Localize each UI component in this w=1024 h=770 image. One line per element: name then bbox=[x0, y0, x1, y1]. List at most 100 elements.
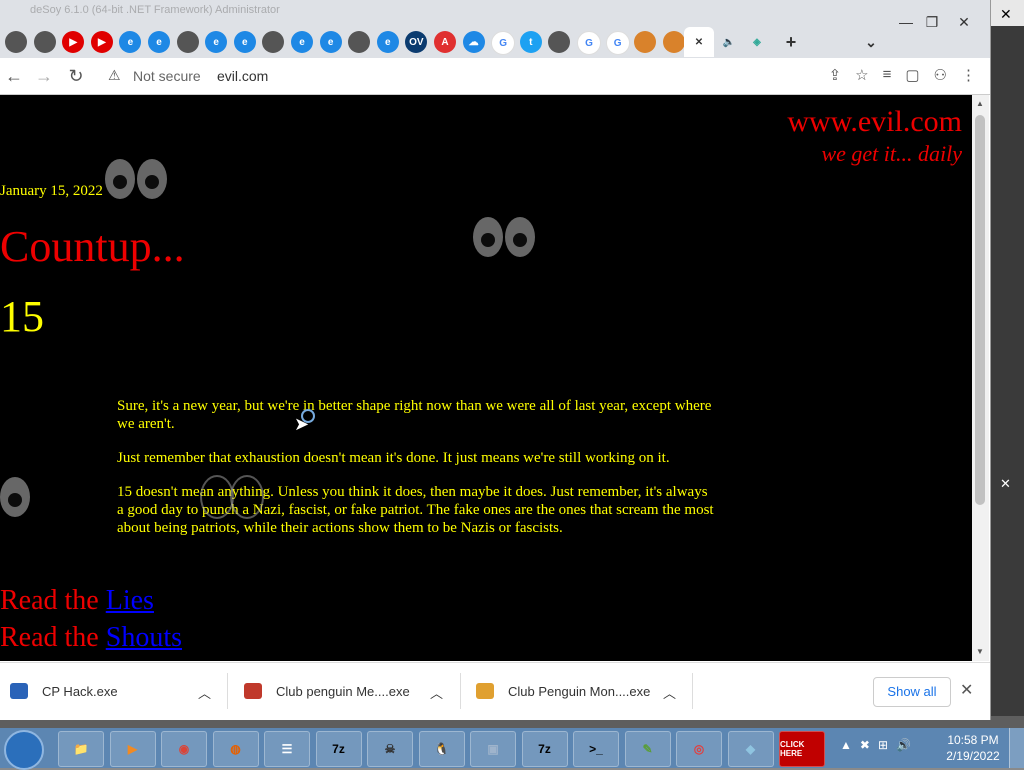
globe-icon[interactable] bbox=[348, 31, 371, 53]
taskbar-7zip2-icon[interactable]: 7z bbox=[521, 731, 568, 767]
taskbar-cmd-icon[interactable]: >_ bbox=[573, 731, 619, 767]
lies-link[interactable]: Lies bbox=[106, 585, 154, 616]
omnibox[interactable]: ⚠ Not secure evil.com bbox=[100, 62, 780, 90]
globe-icon[interactable] bbox=[262, 31, 285, 53]
close-downloads-icon[interactable]: ✕ bbox=[960, 680, 973, 700]
clock[interactable]: 10:58 PM 2/19/2022 bbox=[940, 732, 1006, 764]
google-icon[interactable]: G bbox=[605, 31, 630, 55]
forward-button[interactable]: → bbox=[32, 64, 56, 88]
vertical-scrollbar[interactable]: ▲ ▼ bbox=[972, 95, 989, 661]
site-title: www.evil.com bbox=[787, 105, 962, 138]
download-item[interactable]: CP Hack.exe bbox=[10, 663, 118, 719]
media-icon[interactable]: ≡ bbox=[883, 66, 892, 84]
warning-icon[interactable]: ⚠ bbox=[108, 67, 121, 84]
edge-icon[interactable]: e bbox=[319, 31, 342, 53]
taskbar-paint-icon[interactable]: ◆ bbox=[727, 731, 774, 767]
edge-icon[interactable]: e bbox=[148, 31, 170, 53]
taskbar-notepad-icon[interactable]: ✎ bbox=[624, 731, 671, 767]
edge-icon[interactable]: e bbox=[119, 31, 142, 53]
chevron-up-icon[interactable]: ︿ bbox=[663, 683, 676, 702]
download-item[interactable]: Club Penguin Mon....exe bbox=[476, 663, 650, 719]
show-all-button[interactable]: Show all bbox=[873, 677, 951, 707]
tab-strip: deSoy 6.1.0 (64-bit .NET Framework) Admi… bbox=[0, 0, 990, 58]
downloads-bar: CP Hack.exe ︿ Club penguin Me....exe ︿ C… bbox=[0, 662, 990, 719]
chevron-up-icon[interactable]: ︿ bbox=[430, 683, 443, 702]
scroll-down-icon[interactable]: ▼ bbox=[976, 647, 984, 656]
chevron-up-icon[interactable]: ︿ bbox=[198, 683, 211, 702]
globe-icon[interactable] bbox=[33, 31, 56, 53]
google-icon[interactable]: G bbox=[577, 31, 601, 55]
read-prefix: Read the bbox=[0, 585, 99, 616]
taskbar-clickhere-icon[interactable]: CLICK HERE bbox=[779, 731, 825, 767]
profile-icon[interactable] bbox=[634, 31, 657, 53]
youtube-icon[interactable]: ▶ bbox=[62, 31, 85, 53]
background-close-icon-top[interactable]: ✕ bbox=[1000, 6, 1012, 23]
scroll-up-icon[interactable]: ▲ bbox=[976, 99, 984, 108]
new-tab-button[interactable]: + bbox=[780, 31, 802, 53]
bookmark-star-icon[interactable]: ☆ bbox=[855, 66, 868, 84]
taskbar-list-icon[interactable]: ☰ bbox=[264, 731, 310, 767]
youtube-icon[interactable]: ▶ bbox=[90, 31, 113, 53]
action-center-icon[interactable]: ✖ bbox=[860, 738, 870, 752]
site-tagline: we get it... daily bbox=[821, 141, 962, 166]
taskbar-windows-icon[interactable]: ▣ bbox=[470, 731, 516, 767]
eye-icon bbox=[137, 159, 167, 199]
show-desktop-button[interactable] bbox=[1009, 728, 1024, 768]
not-secure-label[interactable]: Not secure bbox=[133, 68, 201, 84]
network-icon[interactable]: ⊞ bbox=[878, 738, 888, 752]
start-button[interactable] bbox=[4, 730, 44, 770]
back-button[interactable]: ← bbox=[2, 64, 26, 88]
download-filename: Club Penguin Mon....exe bbox=[508, 683, 651, 699]
divider bbox=[692, 673, 693, 709]
tab-search-icon[interactable]: ⌄ bbox=[860, 31, 882, 53]
taskbar-firefox-icon[interactable]: ◍ bbox=[212, 731, 259, 767]
download-item[interactable]: Club penguin Me....exe bbox=[244, 663, 410, 719]
edge-icon[interactable]: e bbox=[205, 31, 228, 53]
ov-icon[interactable]: OV bbox=[405, 31, 428, 53]
tray-expand-icon[interactable]: ▲ bbox=[840, 738, 852, 752]
system-tray: ▲ ✖ ⊞ 🔊 bbox=[840, 738, 911, 752]
twitter-icon[interactable]: t bbox=[519, 31, 542, 53]
globe-icon[interactable] bbox=[176, 31, 199, 53]
taskbar-penguin-icon[interactable]: 🐧 bbox=[418, 731, 465, 767]
volume-icon[interactable]: 🔊 bbox=[896, 738, 911, 752]
tab-close-icon[interactable]: ✕ bbox=[684, 27, 714, 57]
download-filename: Club penguin Me....exe bbox=[276, 683, 410, 699]
edge-icon[interactable]: e bbox=[291, 31, 313, 53]
taskbar-chrome-icon[interactable]: ◉ bbox=[161, 731, 207, 767]
share-icon[interactable]: ⇪ bbox=[829, 66, 842, 84]
cloud-icon[interactable]: ☁ bbox=[462, 31, 485, 53]
taskbar-lifebuoy-icon[interactable]: ◎ bbox=[676, 731, 722, 767]
taskbar-media-icon[interactable]: ▶ bbox=[109, 731, 156, 767]
sound-icon[interactable]: 🔈 bbox=[718, 31, 740, 53]
menu-icon[interactable]: ⋮ bbox=[961, 66, 976, 84]
edge-icon[interactable]: e bbox=[376, 31, 399, 53]
scroll-thumb[interactable] bbox=[975, 115, 985, 505]
shouts-link[interactable]: Shouts bbox=[106, 622, 182, 653]
page-content: www.evil.com we get it... daily January … bbox=[0, 95, 972, 661]
clock-date: 2/19/2022 bbox=[946, 749, 1000, 763]
toolbar-actions: ⇪ ☆ ≡ ▢ ⚇ ⋮ bbox=[829, 66, 976, 84]
globe-icon[interactable] bbox=[5, 31, 27, 53]
profile-icon[interactable] bbox=[662, 31, 685, 53]
edge-icon[interactable]: e bbox=[233, 31, 256, 53]
globe-icon[interactable] bbox=[548, 31, 571, 53]
clock-time: 10:58 PM bbox=[947, 733, 999, 747]
adobe-icon[interactable]: A bbox=[434, 31, 456, 53]
exe-icon bbox=[10, 683, 28, 699]
reload-button[interactable]: ↻ bbox=[64, 64, 88, 88]
taskbar-7zip-icon[interactable]: 7z bbox=[315, 731, 362, 767]
background-close-icon[interactable]: ✕ bbox=[1000, 476, 1011, 492]
exe-icon bbox=[244, 683, 262, 699]
tabs: ▶ ▶ e e e e e e e OV A ☁ Gt G G ✕ 🔈 ◈ + ⌄ bbox=[0, 27, 990, 57]
taskbar-explorer-icon[interactable]: 📁 bbox=[58, 731, 104, 767]
sidepanel-icon[interactable]: ▢ bbox=[905, 66, 919, 84]
background-window-panel bbox=[990, 26, 1024, 716]
app-icon[interactable]: ◈ bbox=[746, 31, 768, 53]
eye-icon bbox=[230, 475, 264, 519]
url-text[interactable]: evil.com bbox=[217, 68, 268, 84]
download-filename: CP Hack.exe bbox=[42, 683, 118, 699]
taskbar-pirate-icon[interactable]: ☠ bbox=[367, 731, 413, 767]
profile-icon[interactable]: ⚇ bbox=[934, 66, 947, 84]
google-icon[interactable]: G bbox=[491, 31, 516, 55]
